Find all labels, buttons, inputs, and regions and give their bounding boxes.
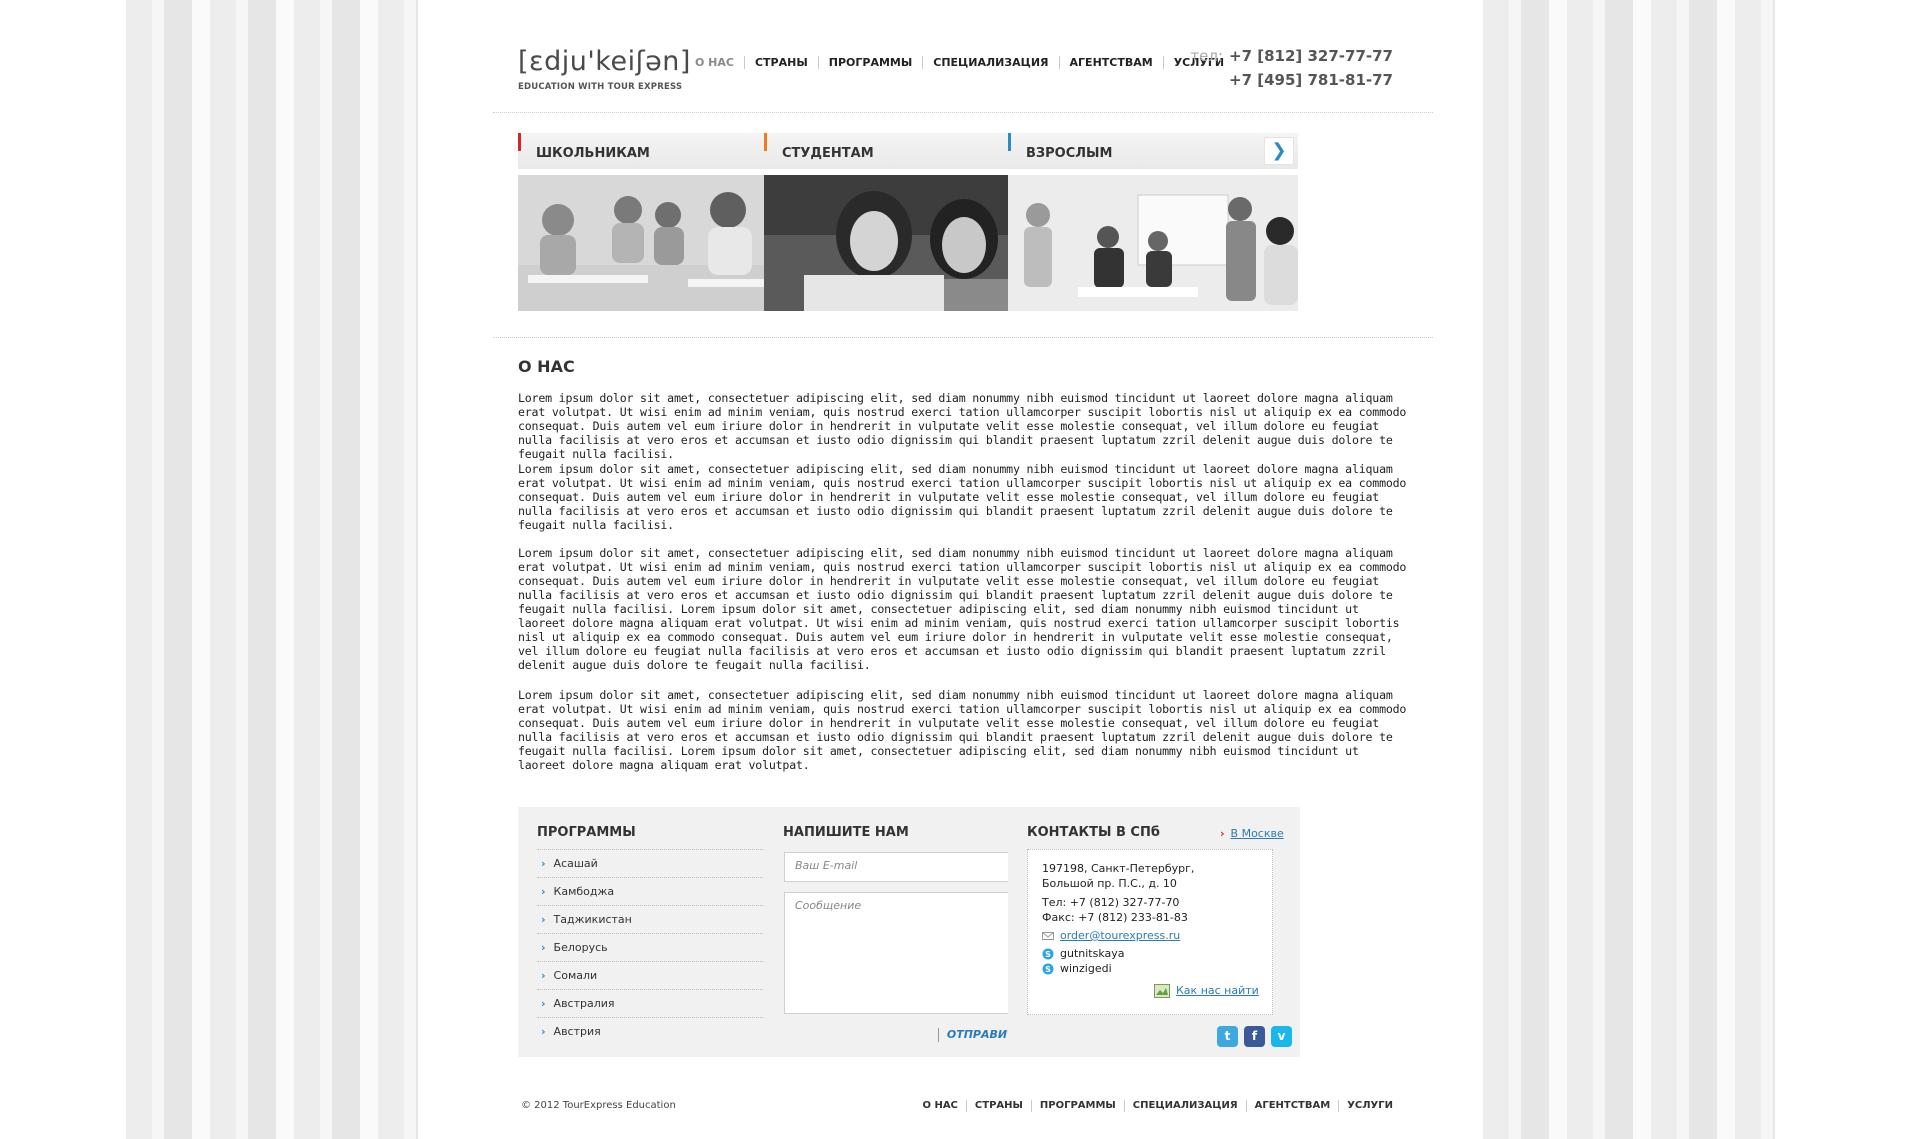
program-item[interactable]: › Сомали — [537, 961, 785, 989]
fax-line: Факс: +7 (812) 233-81-83 — [1042, 911, 1188, 924]
skype-row: Swinzigedi — [1042, 962, 1112, 975]
logo-mark: [ɛdju'keiʃən] — [518, 46, 691, 77]
footer-navigation: О НАС СТРАНЫ ПРОГРАММЫ СПЕЦИАЛИЗАЦИЯ АГЕ… — [914, 1100, 1393, 1112]
site-logo[interactable]: [ɛdju'keiʃən] EDUCATION WITH TOUR EXPRES… — [518, 46, 691, 92]
address-line: Большой пр. П.С., д. 10 — [1042, 877, 1177, 890]
moscow-link-label: В Москве — [1230, 827, 1284, 840]
chevron-right-icon: › — [1220, 827, 1225, 840]
social-links: t f v — [1217, 1026, 1292, 1047]
skype-icon: S — [1042, 963, 1054, 975]
top-navigation: О НАС СТРАНЫ ПРОГРАММЫ СПЕЦИАЛИЗАЦИЯ АГЕ… — [695, 56, 1234, 69]
skype-name[interactable]: winzigedi — [1060, 962, 1112, 975]
footer-nav-agencies[interactable]: АГЕНТСТВАМ — [1245, 1100, 1339, 1112]
map-link[interactable]: Как нас найти — [1176, 984, 1259, 997]
program-label: Асашай — [553, 857, 598, 870]
contacts-card: 197198, Санкт-Петербург, Большой пр. П.С… — [1027, 849, 1273, 1015]
nav-item-countries[interactable]: СТРАНЫ — [743, 56, 818, 69]
chevron-right-icon: › — [541, 1025, 546, 1038]
svg-text:S: S — [1045, 950, 1051, 959]
program-item[interactable]: › Австралия — [537, 989, 785, 1017]
content-paragraph: Lorem ipsum dolor sit amet, consectetuer… — [518, 546, 1407, 672]
program-item[interactable]: › Белорусь — [537, 933, 785, 961]
skype-name[interactable]: gutnitskaya — [1060, 947, 1125, 960]
card-accent — [1008, 133, 1011, 151]
email-input[interactable]: Ваш E-mail — [784, 852, 1030, 882]
facebook-icon[interactable]: f — [1244, 1026, 1265, 1047]
copyright: © 2012 TourExpress Education — [521, 1100, 676, 1111]
footer-nav-programs[interactable]: ПРОГРАММЫ — [1030, 1100, 1124, 1112]
program-label: Сомали — [553, 969, 598, 982]
category-card-adults[interactable]: ВЗРОСЛЫМ ❯ — [1008, 133, 1298, 311]
moscow-link[interactable]: › В Москве — [1220, 827, 1284, 840]
programs-list: › Асашай › Камбоджа › Таджикистан › Белорусь… — [537, 849, 785, 1045]
map-row: Как нас найти — [1154, 984, 1259, 998]
nav-item-about[interactable]: О НАС — [695, 56, 744, 69]
chevron-right-icon: › — [541, 997, 546, 1010]
card-title: СТУДЕНТАМ — [782, 146, 874, 161]
phone-msk[interactable]: +7 [495] 781-81-77 — [1229, 71, 1393, 89]
card-header: ВЗРОСЛЫМ ❯ — [1008, 133, 1298, 169]
chevron-right-icon[interactable]: ❯ — [1264, 137, 1294, 165]
background-stripes-right — [1483, 0, 1775, 1139]
phone-label: тел: — [1190, 47, 1224, 65]
contacts-title: КОНТАКТЫ В СПб — [1027, 825, 1160, 840]
program-item[interactable]: › Таджикистан — [537, 905, 785, 933]
chevron-right-icon: › — [541, 969, 546, 982]
header-phones: тел: +7 [812] 327-77-77 +7 [495] 781-81-7… — [1190, 44, 1393, 92]
skype-row: Sgutnitskaya — [1042, 947, 1125, 960]
programs-title: ПРОГРАММЫ — [537, 825, 636, 840]
logo-tagline: EDUCATION WITH TOUR EXPRESS — [518, 82, 683, 92]
card-title: ШКОЛЬНИКАМ — [536, 146, 650, 161]
phone-line: Тел: +7 (812) 327-77-70 — [1042, 896, 1180, 909]
message-textarea[interactable]: Сообщение — [784, 892, 1030, 1014]
footer-nav-about[interactable]: О НАС — [914, 1100, 965, 1112]
email-link[interactable]: order@tourexpress.ru — [1060, 929, 1180, 942]
content-paragraph: Lorem ipsum dolor sit amet, consectetuer… — [518, 462, 1407, 532]
background-stripes-left — [126, 0, 418, 1139]
skype-icon: S — [1042, 948, 1054, 960]
vimeo-icon[interactable]: v — [1271, 1026, 1292, 1047]
nav-item-specialization[interactable]: СПЕЦИАЛИЗАЦИЯ — [922, 56, 1058, 69]
address-line: 197198, Санкт-Петербург, — [1042, 862, 1195, 875]
twitter-icon[interactable]: t — [1217, 1026, 1238, 1047]
program-item[interactable]: › Австрия — [537, 1017, 785, 1045]
adults-photo — [1008, 175, 1298, 311]
program-item[interactable]: › Камбоджа — [537, 877, 785, 905]
divider — [493, 112, 1433, 113]
program-label: Австралия — [553, 997, 615, 1010]
contacts-box: КОНТАКТЫ В СПб › В Москве 197198, Санкт-П… — [1008, 807, 1300, 1057]
email-row: order@tourexpress.ru — [1042, 929, 1180, 942]
card-accent — [764, 133, 767, 151]
page-title: О НАС — [518, 357, 575, 376]
chevron-right-icon: › — [541, 913, 546, 926]
chevron-right-icon: › — [541, 857, 546, 870]
program-label: Камбоджа — [553, 885, 615, 898]
svg-text:S: S — [1045, 965, 1051, 974]
map-icon — [1154, 984, 1170, 998]
envelope-icon — [1042, 932, 1054, 940]
program-label: Таджикистан — [553, 913, 632, 926]
card-accent — [518, 133, 521, 151]
card-title: ВЗРОСЛЫМ — [1026, 146, 1113, 161]
footer-nav-countries[interactable]: СТРАНЫ — [965, 1100, 1031, 1112]
program-label: Австрия — [553, 1025, 601, 1038]
content-paragraph: Lorem ipsum dolor sit amet, consectetuer… — [518, 688, 1407, 772]
chevron-right-icon: › — [541, 885, 546, 898]
nav-item-agencies[interactable]: АГЕНТСТВАМ — [1058, 56, 1163, 69]
phone-spb[interactable]: +7 [812] 327-77-77 — [1229, 47, 1393, 65]
program-item[interactable]: › Асашай — [537, 849, 785, 877]
footer-nav-services[interactable]: УСЛУГИ — [1338, 1100, 1393, 1112]
chevron-right-icon: › — [541, 941, 546, 954]
nav-item-programs[interactable]: ПРОГРАММЫ — [817, 56, 923, 69]
content-paragraph: Lorem ipsum dolor sit amet, consectetuer… — [518, 391, 1407, 461]
write-us-title: НАПИШИТЕ НАМ — [783, 825, 909, 840]
program-label: Белорусь — [553, 941, 608, 954]
divider — [493, 337, 1433, 338]
page-container: [ɛdju'keiʃən] EDUCATION WITH TOUR EXPRES… — [418, 0, 1483, 1139]
footer-nav-specialization[interactable]: СПЕЦИАЛИЗАЦИЯ — [1123, 1100, 1246, 1112]
